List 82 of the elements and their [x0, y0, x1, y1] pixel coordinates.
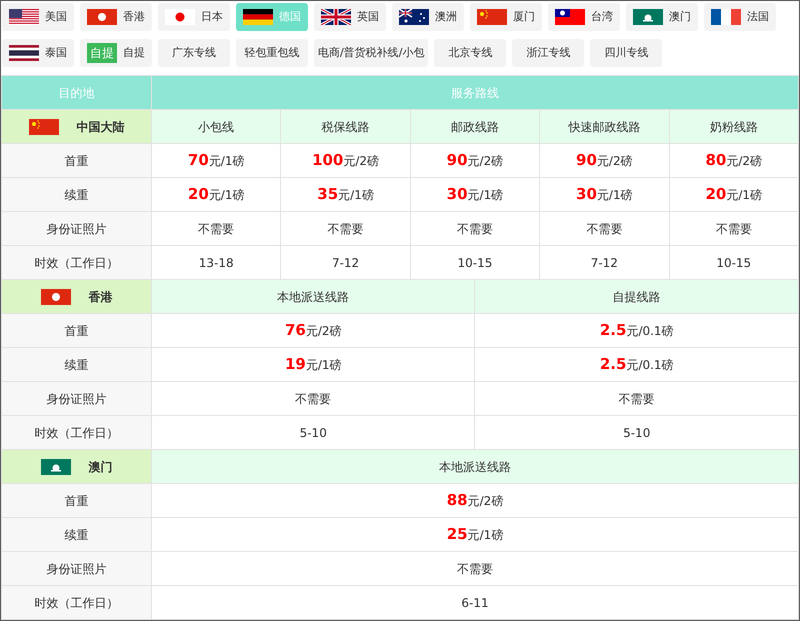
table-cell: 80元/2磅	[669, 144, 798, 178]
region-name: 中国大陆	[76, 120, 124, 134]
tab[interactable]: 电商/普货税补线/小包	[314, 39, 428, 67]
region-name: 澳门	[88, 460, 112, 474]
column-header: 目的地	[2, 76, 152, 110]
flag-icon	[633, 9, 663, 25]
row-label: 时效（工作日）	[2, 246, 152, 280]
flag-icon	[243, 9, 273, 25]
table-cell: 88元/2磅	[152, 484, 798, 518]
flag-icon	[9, 9, 39, 25]
route-header: 本地派送线路	[152, 450, 798, 484]
row-label: 身份证照片	[2, 552, 152, 586]
tab[interactable]: 台湾	[548, 3, 620, 31]
table-cell: 100元/2磅	[280, 144, 410, 178]
row-label: 身份证照片	[2, 382, 152, 416]
tab[interactable]: 四川专线	[590, 39, 662, 67]
tab[interactable]: 英国	[314, 3, 386, 31]
route-header: 税保线路	[280, 110, 410, 144]
table-cell: 不需要	[280, 212, 410, 246]
route-header: 快速邮政线路	[540, 110, 669, 144]
tab[interactable]: 浙江专线	[512, 39, 584, 67]
table-cell: 不需要	[152, 552, 798, 586]
region-name: 香港	[88, 290, 112, 304]
table-cell: 25元/1磅	[152, 518, 798, 552]
flag-icon	[477, 9, 507, 25]
flag-icon	[399, 9, 429, 25]
table-cell: 2.5元/0.1磅	[474, 348, 798, 382]
table-cell: 不需要	[152, 382, 475, 416]
table-cell: 不需要	[410, 212, 540, 246]
flag-icon	[9, 45, 39, 61]
table-cell: 90元/2磅	[410, 144, 540, 178]
tab[interactable]: 澳门	[626, 3, 698, 31]
table-cell: 30元/1磅	[540, 178, 669, 212]
table-cell: 不需要	[152, 212, 281, 246]
row-label: 续重	[2, 178, 152, 212]
table-cell: 不需要	[474, 382, 798, 416]
table-cell: 20元/1磅	[669, 178, 798, 212]
row-label: 续重	[2, 348, 152, 382]
flag-icon	[40, 459, 70, 476]
table-cell: 20元/1磅	[152, 178, 281, 212]
tab[interactable]: 香港	[80, 3, 152, 31]
row-label: 时效（工作日）	[2, 416, 152, 450]
flag-icon	[28, 119, 58, 136]
row-label: 续重	[2, 518, 152, 552]
tab[interactable]: 自提 自提	[80, 39, 152, 67]
table-cell: 30元/1磅	[410, 178, 540, 212]
table-cell: 2.5元/0.1磅	[474, 314, 798, 348]
flag-icon	[87, 9, 117, 25]
tab[interactable]: 澳洲	[392, 3, 464, 31]
row-label: 首重	[2, 314, 152, 348]
tab[interactable]: 泰国	[2, 39, 74, 67]
route-header: 邮政线路	[410, 110, 540, 144]
table-cell: 6-11	[152, 586, 798, 620]
tab[interactable]: 北京专线	[434, 39, 506, 67]
tab[interactable]: 厦门	[470, 3, 542, 31]
table-cell: 90元/2磅	[540, 144, 669, 178]
column-header: 服务路线	[152, 76, 798, 110]
row-label: 首重	[2, 484, 152, 518]
route-header: 自提线路	[474, 280, 798, 314]
route-header: 本地派送线路	[152, 280, 475, 314]
row-label: 身份证照片	[2, 212, 152, 246]
row-label: 时效（工作日）	[2, 586, 152, 620]
flag-icon	[321, 9, 351, 25]
route-header: 小包线	[152, 110, 281, 144]
table-cell: 不需要	[669, 212, 798, 246]
flag-icon	[711, 9, 741, 25]
route-header: 奶粉线路	[669, 110, 798, 144]
flag-icon	[555, 9, 585, 25]
flag-icon	[40, 289, 70, 306]
row-label: 首重	[2, 144, 152, 178]
table-cell: 76元/2磅	[152, 314, 475, 348]
tab[interactable]: 广东专线	[158, 39, 230, 67]
table-cell: 35元/1磅	[280, 178, 410, 212]
tab[interactable]: 美国	[2, 3, 74, 31]
badge-label: 自提	[87, 43, 117, 63]
table-cell: 70元/1磅	[152, 144, 281, 178]
tab[interactable]: 轻包重包线	[236, 39, 308, 67]
table-cell: 不需要	[540, 212, 669, 246]
tab[interactable]: 法国	[704, 3, 776, 31]
flag-icon	[165, 9, 195, 25]
tab[interactable]: 日本	[158, 3, 230, 31]
table-cell: 19元/1磅	[152, 348, 475, 382]
